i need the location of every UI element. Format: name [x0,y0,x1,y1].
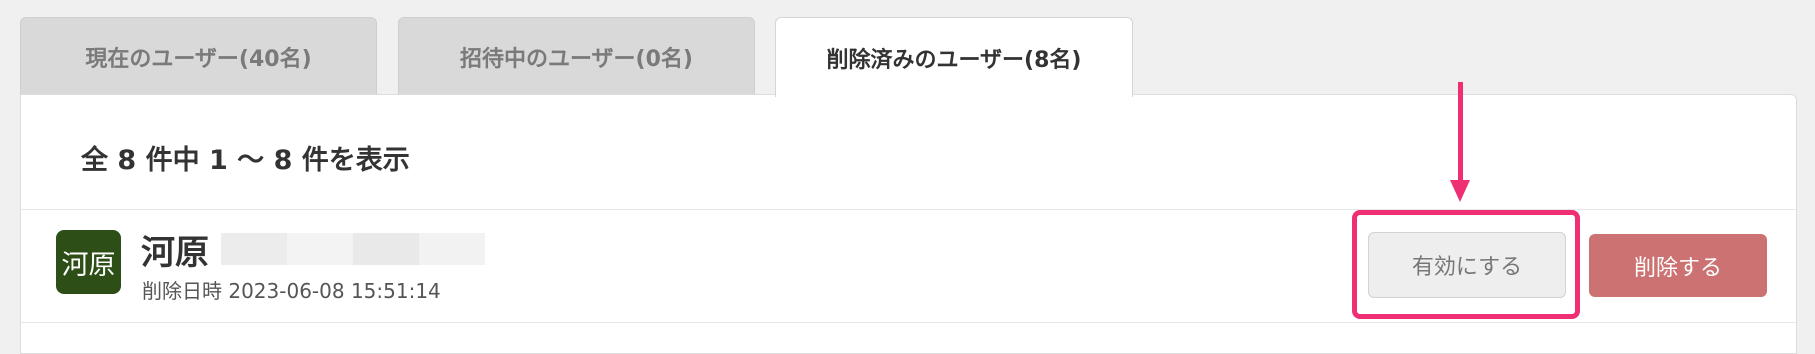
tab-invited-users[interactable]: 招待中のユーザー(0名) [398,17,755,95]
user-name: 河原 [141,233,209,273]
redacted-name-block [221,233,485,265]
tab-current-users[interactable]: 現在のユーザー(40名) [20,17,377,95]
arrow-down-icon [1458,82,1463,192]
delete-button[interactable]: 削除する [1589,234,1767,297]
deleted-timestamp: 削除日時 2023-06-08 15:51:14 [142,279,441,303]
tab-deleted-users[interactable]: 削除済みのユーザー(8名) [775,17,1133,97]
avatar: 河原 [56,230,121,294]
divider [21,322,1796,323]
tab-bar: 現在のユーザー(40名) 招待中のユーザー(0名) 削除済みのユーザー(8名) [0,17,1815,97]
arrow-head-icon [1450,180,1470,202]
annotation-highlight-box [1352,210,1580,319]
result-count: 全 8 件中 1 〜 8 件を表示 [81,145,410,176]
